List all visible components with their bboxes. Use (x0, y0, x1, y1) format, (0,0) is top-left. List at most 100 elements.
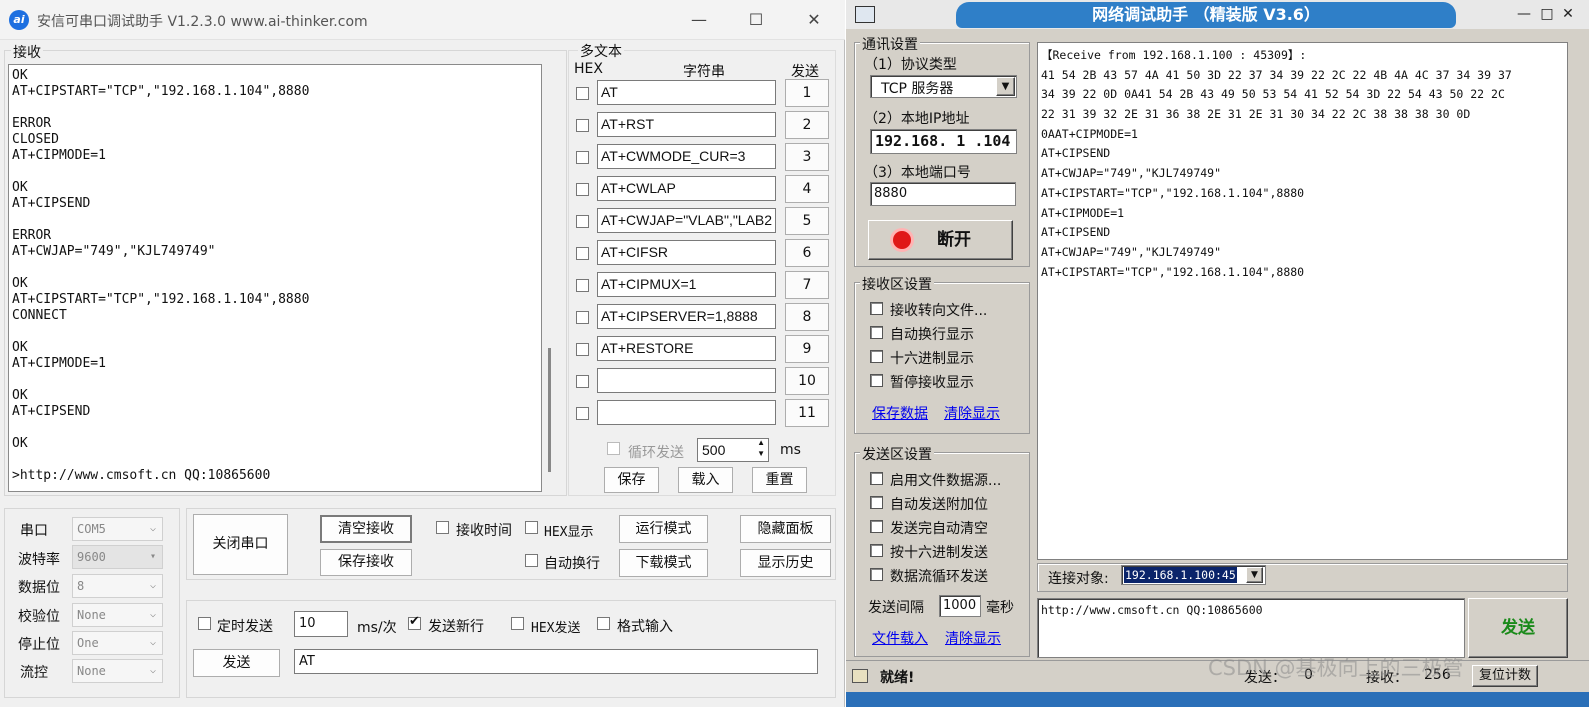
send-command-button[interactable]: 1 (785, 79, 829, 107)
file-load-link[interactable]: 文件载入 (872, 628, 928, 648)
port-label: 串口 (20, 523, 48, 539)
hex-send-checkbox[interactable] (511, 617, 524, 630)
clear-receive-button[interactable]: 清空接收 (320, 515, 412, 543)
send-newline-checkbox[interactable]: ✔ (408, 614, 421, 630)
send-interval-input[interactable]: 1000 (939, 595, 981, 617)
disconnect-button[interactable]: 断开 (868, 220, 1013, 260)
reset-multi-button[interactable]: 重置 (752, 467, 807, 493)
parity-select[interactable]: None ⌵ (72, 603, 163, 627)
send-interval-input[interactable]: 10 (294, 611, 348, 637)
command-input[interactable]: AT+RESTORE (597, 336, 776, 361)
port-select[interactable]: COM5 ⌵ (72, 517, 163, 541)
minimize-button[interactable]: — (684, 8, 714, 32)
loop-stream-checkbox[interactable] (870, 568, 883, 581)
auto-wrap-label: 自动换行 (544, 556, 600, 572)
show-history-button[interactable]: 显示历史 (740, 549, 831, 577)
loop-interval-input[interactable]: 500 ▲ ▼ (697, 438, 769, 462)
append-bits-checkbox[interactable] (870, 496, 883, 509)
send-command-button[interactable]: 11 (785, 399, 829, 427)
auto-clear-checkbox[interactable] (870, 520, 883, 533)
command-input[interactable] (597, 400, 776, 425)
loop-send-checkbox[interactable] (607, 442, 620, 455)
dropdown-arrow-icon[interactable]: ▼ (1246, 567, 1263, 583)
download-mode-button[interactable]: 下载模式 (619, 549, 708, 577)
maximize-button[interactable]: □ (1539, 6, 1555, 22)
hex-checkbox[interactable] (576, 343, 589, 356)
baud-select[interactable]: 9600 ▾ (72, 545, 163, 569)
pause-display-checkbox[interactable] (870, 374, 883, 387)
command-input[interactable]: AT+CIPSERVER=1,8888 (597, 304, 776, 329)
hex-display-checkbox[interactable] (525, 521, 538, 534)
send-command-button[interactable]: 6 (785, 239, 829, 267)
connect-target-select[interactable]: 192.168.1.100:45 ▼ (1121, 565, 1266, 585)
load-multi-button[interactable]: 载入 (678, 467, 733, 493)
hex-checkbox[interactable] (576, 215, 589, 228)
command-input[interactable]: AT+CIFSR (597, 240, 776, 265)
network-send-button[interactable]: 发送 (1468, 598, 1568, 658)
command-input[interactable]: AT+CWLAP (597, 176, 776, 201)
command-input[interactable]: AT (597, 80, 776, 105)
run-mode-button[interactable]: 运行模式 (619, 515, 708, 543)
timed-send-checkbox[interactable] (198, 617, 211, 630)
hex-checkbox[interactable] (576, 151, 589, 164)
send-command-button[interactable]: 9 (785, 335, 829, 363)
protocol-select[interactable]: TCP 服务器 ▼ (870, 75, 1017, 98)
send-command-button[interactable]: 2 (785, 111, 829, 139)
send-command-button[interactable]: 5 (785, 207, 829, 235)
command-input[interactable] (597, 368, 776, 393)
save-receive-button[interactable]: 保存接收 (320, 549, 412, 576)
data-bits-select[interactable]: 8 ⌵ (72, 574, 163, 598)
command-input[interactable]: AT+CWMODE_CUR=3 (597, 144, 776, 169)
close-button[interactable]: ✕ (1560, 6, 1576, 22)
send-command-button[interactable]: 10 (785, 367, 829, 395)
hex-send-label: 按十六进制发送 (890, 545, 988, 561)
hex-checkbox[interactable] (576, 375, 589, 388)
flow-control-select[interactable]: None ⌵ (72, 659, 163, 683)
receive-scrollbar[interactable] (548, 348, 551, 472)
network-send-textarea[interactable]: http://www.cmsoft.cn QQ:10865600 (1037, 598, 1465, 658)
close-button[interactable]: ✕ (799, 8, 829, 32)
receive-time-checkbox[interactable] (436, 521, 449, 534)
local-port-input[interactable]: 8880 (870, 182, 1016, 206)
hex-checkbox[interactable] (576, 183, 589, 196)
hex-checkbox[interactable] (576, 87, 589, 100)
hex-checkbox[interactable] (576, 119, 589, 132)
network-receive-textarea[interactable]: 【Receive from 192.168.1.100 : 45309】: 41 … (1037, 42, 1568, 560)
hex-checkbox[interactable] (576, 311, 589, 324)
auto-wrap-display-checkbox[interactable] (870, 326, 883, 339)
send-command-button[interactable]: 3 (785, 143, 829, 171)
hex-checkbox[interactable] (576, 279, 589, 292)
hex-send-checkbox[interactable] (870, 544, 883, 557)
file-source-checkbox[interactable] (870, 472, 883, 485)
send-text-input[interactable]: AT (294, 649, 818, 674)
hex-checkbox[interactable] (576, 407, 589, 420)
send-command-button[interactable]: 7 (785, 271, 829, 299)
receive-textarea[interactable]: OK AT+CIPSTART="TCP","192.168.1.104",8880… (8, 64, 542, 492)
minimize-button[interactable]: — (1516, 6, 1532, 22)
close-port-button[interactable]: 关闭串口 (193, 514, 288, 575)
clear-send-display-link[interactable]: 清除显示 (945, 628, 1001, 648)
port-value: COM5 (77, 522, 106, 536)
send-command-button[interactable]: 4 (785, 175, 829, 203)
hex-checkbox[interactable] (576, 247, 589, 260)
command-input[interactable]: AT+CIPMUX=1 (597, 272, 776, 297)
maximize-button[interactable]: ☐ (741, 8, 771, 32)
spinner-arrows-icon[interactable]: ▲ ▼ (757, 439, 765, 459)
ip-address-input[interactable]: 192.168. 1 .104 (870, 129, 1017, 154)
send-command-button[interactable]: 8 (785, 303, 829, 331)
reset-count-button[interactable]: 复位计数 (1472, 665, 1538, 687)
stop-bits-select[interactable]: One ⌵ (72, 631, 163, 655)
hex-display-checkbox[interactable] (870, 350, 883, 363)
save-data-link[interactable]: 保存数据 (872, 403, 928, 423)
format-input-checkbox[interactable] (597, 617, 610, 630)
send-button[interactable]: 发送 (193, 649, 280, 677)
recv-to-file-checkbox[interactable] (870, 302, 883, 315)
hide-panel-button[interactable]: 隐藏面板 (740, 515, 831, 543)
save-multi-button[interactable]: 保存 (604, 467, 659, 493)
dropdown-arrow-icon[interactable]: ▼ (996, 77, 1015, 96)
command-input[interactable]: AT+CWJAP="VLAB","LAB2 (597, 208, 776, 233)
auto-wrap-checkbox[interactable] (525, 554, 538, 567)
comm-settings-title: 通讯设置 (860, 34, 920, 54)
clear-recv-display-link[interactable]: 清除显示 (944, 403, 1000, 423)
command-input[interactable]: AT+RST (597, 112, 776, 137)
